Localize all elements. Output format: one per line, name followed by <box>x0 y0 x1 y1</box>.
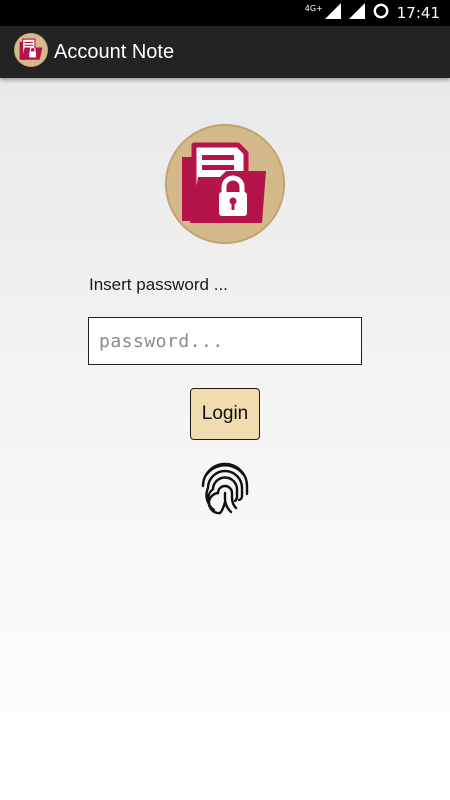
folder-lock-icon <box>164 123 286 245</box>
status-time: 17:41 <box>396 4 440 22</box>
login-button[interactable]: Login <box>190 388 260 440</box>
network-type-label: 4G+ <box>304 3 323 13</box>
password-prompt-label: Insert password ... <box>89 275 228 294</box>
signal-icon <box>324 3 341 23</box>
battery-ring-icon <box>373 3 389 23</box>
signal-icon <box>348 3 365 23</box>
app-logo-icon <box>14 32 48 72</box>
status-bar: 4G+ 17:41 <box>0 0 450 26</box>
fingerprint-icon[interactable] <box>198 460 252 516</box>
password-input[interactable] <box>88 317 362 365</box>
app-title: Account Note <box>54 40 175 63</box>
app-bar: Account Note <box>0 26 450 78</box>
